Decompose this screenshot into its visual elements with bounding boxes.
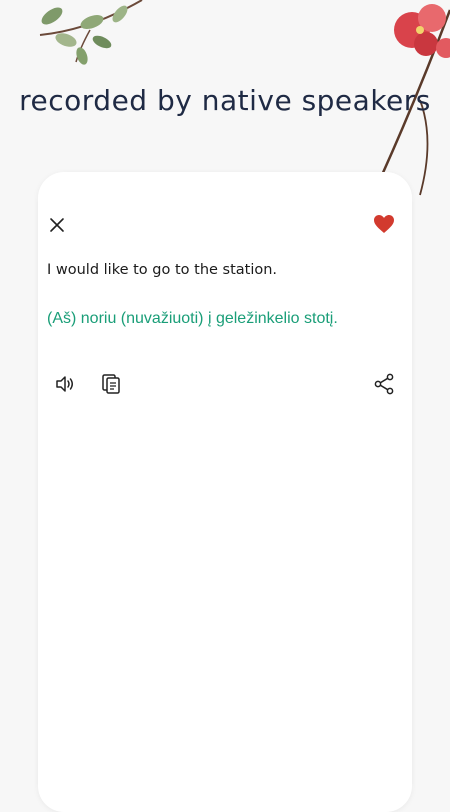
favorite-button[interactable] (372, 212, 396, 236)
speaker-icon (56, 376, 73, 392)
headline: recorded by native speakers (19, 84, 431, 117)
copy-button[interactable] (99, 372, 123, 396)
phrase-english: I would like to go to the station. (47, 262, 278, 278)
copy-icon (102, 374, 120, 394)
phrase-card: I would like to go to the station. (Aš) … (38, 172, 412, 812)
share-button[interactable] (372, 372, 396, 396)
heart-icon (374, 215, 394, 233)
phrase-translation: (Aš) noriu (nuvažiuoti) į geležinkelio s… (47, 310, 338, 327)
close-icon (50, 218, 64, 232)
close-button[interactable] (46, 214, 68, 236)
share-icon (374, 373, 394, 395)
leaf-branch-decoration (39, 0, 143, 65)
play-audio-button[interactable] (53, 372, 77, 396)
